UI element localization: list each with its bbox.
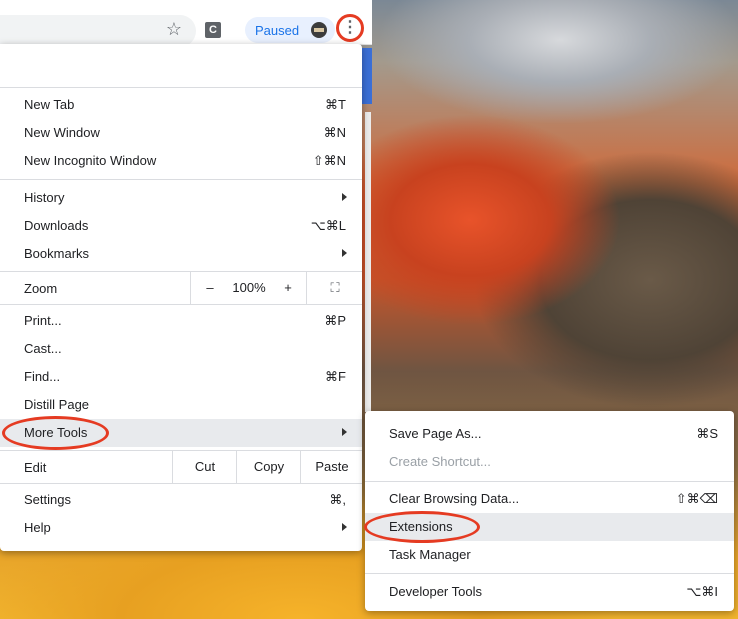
separator [0,483,362,484]
menu-item-label: Extensions [389,519,453,534]
menu-item-label: New Window [24,125,100,140]
shortcut-label: ⌘, [329,492,346,507]
shortcut-label: ⌘S [696,426,718,441]
submenu-item-extensions[interactable]: Extensions [365,513,734,541]
menu-item-cast[interactable]: Cast... [0,335,362,363]
separator [365,481,734,482]
more-tools-submenu: Save Page As... ⌘S Create Shortcut... Cl… [365,411,734,611]
shortcut-label: ⌘T [325,97,346,112]
edit-row: Edit Cut Copy Paste [0,451,362,483]
submenu-arrow-icon [342,523,347,531]
menu-item-label: Settings [24,492,71,507]
zoom-row: Zoom – 100% + ⛶ [0,272,362,304]
shortcut-label: ⌘P [324,313,346,328]
submenu-item-save-page-as[interactable]: Save Page As... ⌘S [365,420,734,448]
menu-item-label: Developer Tools [389,584,482,599]
menu-item-label: New Tab [24,97,75,112]
profile-status-label: Paused [255,23,300,38]
menu-item-label: Help [24,520,51,535]
shortcut-label: ⇧⌘N [312,153,346,168]
menu-item-label: More Tools [24,425,88,440]
menu-item-label: Save Page As... [389,426,482,441]
shortcut-label: ⌘F [325,369,346,384]
submenu-item-create-shortcut: Create Shortcut... [365,448,734,476]
cut-button[interactable]: Cut [172,451,237,483]
shortcut-label: ⌘N [323,125,346,140]
profile-button[interactable]: Paused [245,17,335,43]
more-vert-icon: ⋮ [342,19,358,36]
menu-item-find[interactable]: Find... ⌘F [0,363,362,391]
menu-item-history[interactable]: History [0,184,362,212]
menu-item-bookmarks[interactable]: Bookmarks [0,240,362,268]
browser-toolbar: ☆ C Paused ⋮ [0,0,372,47]
menu-item-label: Cast... [24,341,62,356]
menu-item-help[interactable]: Help [0,514,362,542]
submenu-item-clear-browsing-data[interactable]: Clear Browsing Data... ⇧⌘⌫ [365,485,734,513]
zoom-label: Zoom [24,281,58,296]
menu-item-label: Task Manager [389,547,471,562]
shortcut-label: ⌥⌘L [310,218,346,233]
menu-item-label: Print... [24,313,62,328]
chrome-main-menu: New Tab ⌘T New Window ⌘N New Incognito W… [0,44,362,551]
menu-item-label: Clear Browsing Data... [389,491,520,506]
zoom-level: 100% [232,280,266,295]
zoom-in-button[interactable]: + [270,272,306,304]
edit-label: Edit [24,460,47,475]
menu-item-label: Distill Page [24,397,90,412]
menu-item-label: Downloads [24,218,89,233]
copy-button[interactable]: Copy [236,451,301,483]
separator [0,87,362,88]
menu-item-label: Create Shortcut... [389,454,491,469]
separator [0,179,362,180]
fullscreen-icon[interactable]: ⛶ [306,272,363,304]
scrollbar[interactable] [365,112,371,412]
menu-button[interactable]: ⋮ [336,14,364,42]
menu-item-distill-page[interactable]: Distill Page [0,391,362,419]
menu-item-settings[interactable]: Settings ⌘, [0,486,362,514]
menu-item-new-tab[interactable]: New Tab ⌘T [0,91,362,119]
menu-item-print[interactable]: Print... ⌘P [0,307,362,335]
menu-item-new-window[interactable]: New Window ⌘N [0,119,362,147]
menu-item-label: Find... [24,369,61,384]
submenu-arrow-icon [342,193,347,201]
menu-item-more-tools[interactable]: More Tools [0,419,362,447]
submenu-arrow-icon [342,249,347,257]
paste-button[interactable]: Paste [300,451,363,483]
menu-item-label: Bookmarks [24,246,90,261]
extension-icon[interactable]: C [205,22,221,38]
submenu-item-developer-tools[interactable]: Developer Tools ⌥⌘I [365,578,734,606]
menu-item-label: History [24,190,65,205]
page-edge [362,48,372,104]
submenu-arrow-icon [342,428,347,436]
menu-item-new-incognito-window[interactable]: New Incognito Window ⇧⌘N [0,147,362,175]
shortcut-label: ⌥⌘I [686,584,718,599]
submenu-item-task-manager[interactable]: Task Manager [365,541,734,569]
separator [0,304,362,305]
separator [365,573,734,574]
shortcut-label: ⇧⌘⌫ [675,491,718,506]
zoom-out-button[interactable]: – [190,272,229,304]
menu-item-label: New Incognito Window [24,153,157,168]
menu-item-downloads[interactable]: Downloads ⌥⌘L [0,212,362,240]
bookmark-star-icon[interactable]: ☆ [165,20,183,38]
avatar [311,22,327,38]
